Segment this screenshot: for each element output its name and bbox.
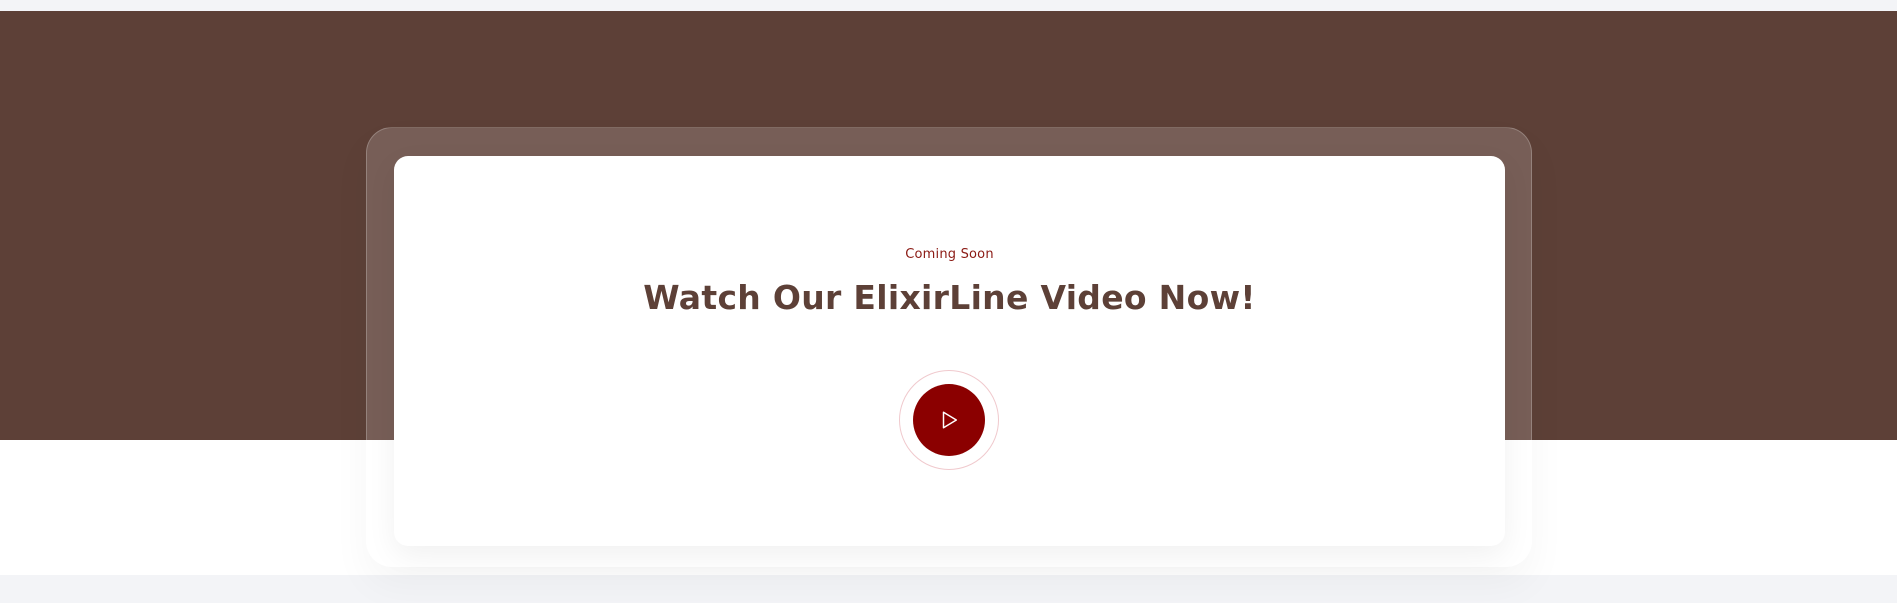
page-bottom-strip xyxy=(0,575,1897,603)
page-top-strip xyxy=(0,0,1897,11)
coming-soon-label: Coming Soon xyxy=(905,247,994,262)
play-video-button[interactable] xyxy=(913,384,985,456)
video-card: Coming Soon Watch Our ElixirLine Video N… xyxy=(394,156,1505,546)
play-icon xyxy=(942,411,958,429)
video-section-title: Watch Our ElixirLine Video Now! xyxy=(643,278,1256,317)
